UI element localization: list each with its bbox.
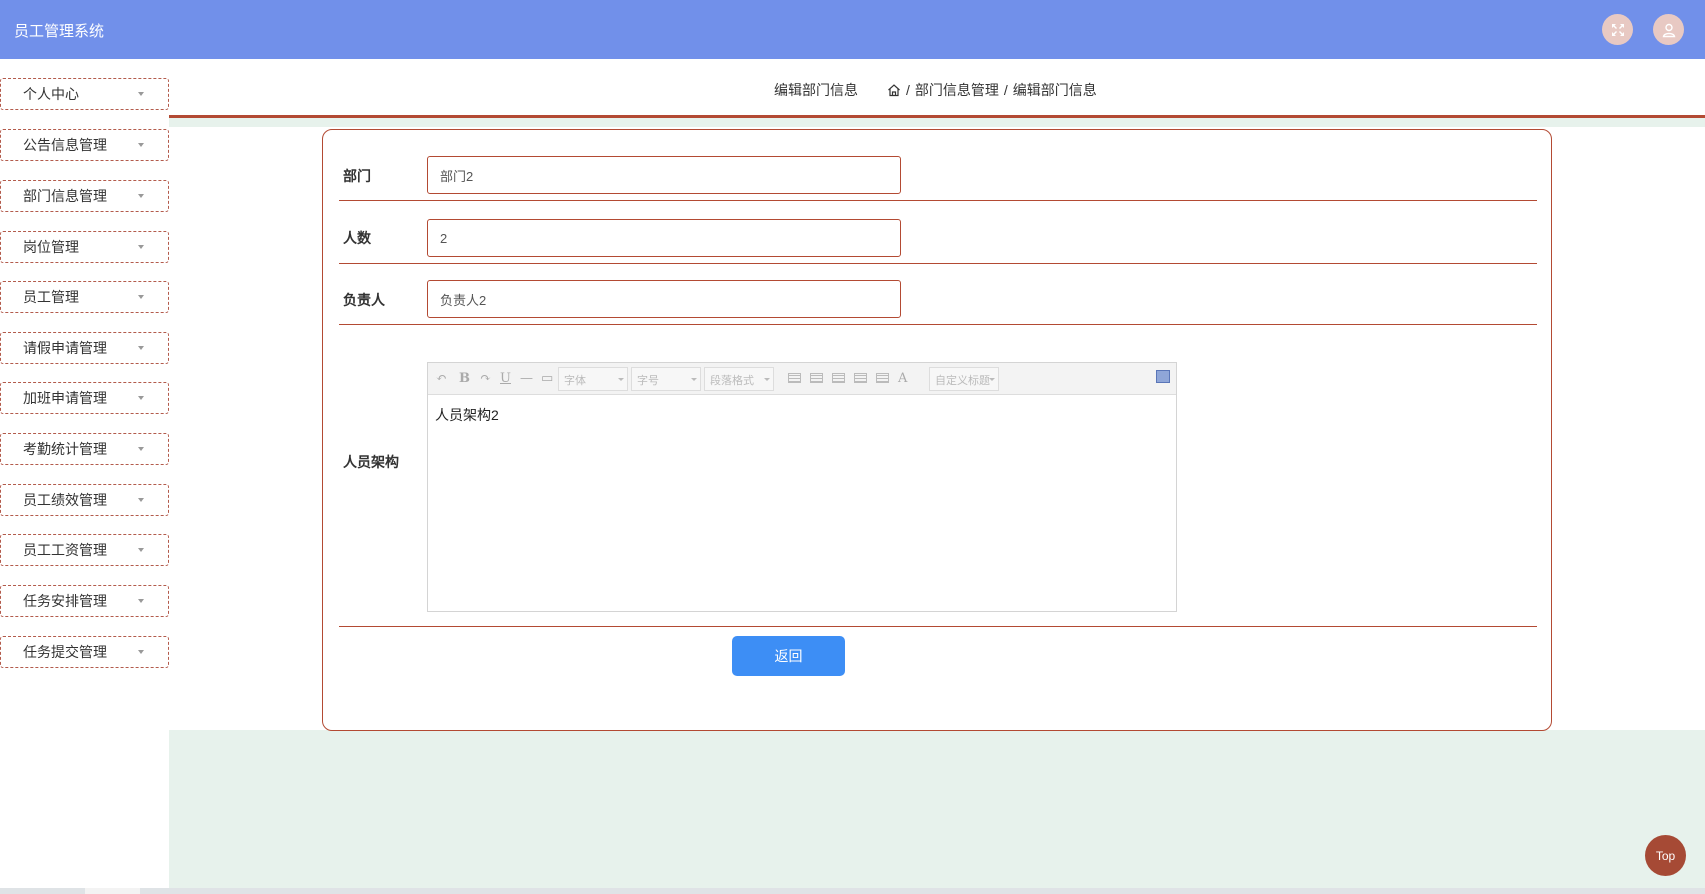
chevron-down-icon	[138, 548, 144, 552]
breadcrumb-parent[interactable]: 部门信息管理	[915, 80, 999, 100]
sidebar-item-label: 员工绩效管理	[23, 492, 107, 508]
chevron-down-icon	[691, 378, 697, 381]
horizontal-scrollbar[interactable]	[0, 888, 1705, 894]
fullscreen-editor-icon[interactable]	[1156, 370, 1170, 383]
breadcrumb-separator: /	[1003, 82, 1008, 98]
chevron-down-icon	[138, 92, 144, 96]
sidebar-item-label: 加班申请管理	[23, 390, 107, 406]
editor-toolbar: ↶ B ↷ U — ▭ 字体 字号 段落格式 A 自定义标题	[428, 363, 1176, 395]
sidebar-item-label: 个人中心	[23, 86, 79, 102]
custom-heading-select[interactable]: 自定义标题	[929, 367, 999, 391]
paragraph-format-select[interactable]: 段落格式	[704, 367, 774, 391]
sidebar-item-announcements[interactable]: 公告信息管理	[0, 129, 169, 161]
row-divider	[339, 263, 1537, 264]
row-divider	[339, 200, 1537, 201]
user-avatar-button[interactable]	[1653, 14, 1684, 45]
chevron-down-icon	[138, 245, 144, 249]
font-size-select[interactable]: 字号	[631, 367, 701, 391]
sidebar-item-label: 员工工资管理	[23, 542, 107, 558]
align-center-icon[interactable]	[854, 373, 867, 383]
align-right-icon[interactable]	[832, 373, 845, 383]
align-left-icon[interactable]	[810, 373, 823, 383]
bold-icon[interactable]: B	[459, 371, 470, 386]
department-field[interactable]: 部门2	[427, 156, 901, 194]
app-header: 员工管理系统	[0, 0, 1705, 59]
sidebar-item-attendance[interactable]: 考勤统计管理	[0, 433, 169, 465]
row-divider	[339, 324, 1537, 325]
sidebar-item-departments[interactable]: 部门信息管理	[0, 180, 169, 212]
sidebar-item-label: 部门信息管理	[23, 188, 107, 204]
horizontal-rule-icon[interactable]: —	[520, 371, 533, 386]
chevron-down-icon	[138, 143, 144, 147]
breadcrumb-current: 编辑部门信息	[1012, 82, 1097, 98]
sidebar-item-label: 任务提交管理	[23, 644, 107, 660]
chevron-down-icon	[138, 447, 144, 451]
chevron-down-icon	[138, 650, 144, 654]
font-family-select-label: 字体	[564, 375, 586, 387]
sidebar-item-label: 考勤统计管理	[23, 441, 107, 457]
chevron-down-icon	[138, 498, 144, 502]
sidebar-item-positions[interactable]: 岗位管理	[0, 231, 169, 263]
editor-content[interactable]: 人员架构2	[435, 405, 499, 425]
scrollbar-thumb[interactable]	[85, 888, 140, 894]
undo-icon[interactable]: ↶	[436, 371, 447, 386]
justify-icon[interactable]	[876, 373, 889, 383]
chevron-down-icon	[138, 346, 144, 350]
paste-icon[interactable]: ▭	[541, 371, 553, 386]
main-area: 编辑部门信息 / 部门信息管理 / 编辑部门信息 部门 部门2 人数 2 负责人…	[169, 59, 1705, 894]
rich-text-editor[interactable]: ↶ B ↷ U — ▭ 字体 字号 段落格式 A 自定义标题 人员架构2	[427, 362, 1177, 612]
manager-field[interactable]: 负责人2	[427, 280, 901, 318]
structure-label: 人员架构	[343, 454, 399, 470]
page-topbar: 编辑部门信息 / 部门信息管理 / 编辑部门信息	[169, 59, 1705, 116]
sidebar-item-label: 岗位管理	[23, 239, 79, 255]
back-to-top-button[interactable]: Top	[1645, 835, 1686, 876]
fullscreen-icon	[1611, 23, 1624, 36]
user-icon	[1662, 23, 1675, 37]
sidebar-item-task-assignment[interactable]: 任务安排管理	[0, 585, 169, 617]
topbar-divider	[169, 115, 1705, 118]
sidebar: 个人中心 公告信息管理 部门信息管理 岗位管理 员工管理 请假申请管理 加班申请…	[0, 59, 169, 894]
sidebar-item-employees[interactable]: 员工管理	[0, 281, 169, 313]
fullscreen-button[interactable]	[1602, 14, 1633, 45]
chevron-down-icon	[618, 378, 624, 381]
paragraph-format-select-label: 段落格式	[710, 375, 754, 387]
department-label: 部门	[343, 168, 371, 184]
custom-heading-select-label: 自定义标题	[935, 375, 990, 387]
chevron-down-icon	[138, 194, 144, 198]
sidebar-item-label: 任务安排管理	[23, 593, 107, 609]
sidebar-item-label: 公告信息管理	[23, 137, 107, 153]
edit-form-card: 部门 部门2 人数 2 负责人 负责人2 人员架构 ↶ B ↷ U — ▭ 字体…	[322, 129, 1552, 731]
font-color-icon[interactable]: A	[898, 371, 907, 386]
redo-icon[interactable]: ↷	[480, 371, 491, 386]
page-title: 编辑部门信息	[774, 82, 858, 98]
sidebar-item-label: 请假申请管理	[23, 340, 107, 356]
font-family-select[interactable]: 字体	[558, 367, 628, 391]
chevron-down-icon	[138, 295, 144, 299]
table-icon[interactable]	[788, 373, 801, 383]
font-size-select-label: 字号	[637, 375, 659, 387]
home-icon[interactable]	[887, 83, 901, 97]
sidebar-item-task-submission[interactable]: 任务提交管理	[0, 636, 169, 668]
sidebar-item-personal-center[interactable]: 个人中心	[0, 78, 169, 110]
breadcrumb: / 部门信息管理 / 编辑部门信息	[887, 80, 1097, 100]
back-button[interactable]: 返回	[732, 636, 845, 676]
chevron-down-icon	[138, 599, 144, 603]
underline-icon[interactable]: U	[500, 371, 511, 386]
headcount-field[interactable]: 2	[427, 219, 901, 257]
sidebar-item-label: 员工管理	[23, 289, 79, 305]
sidebar-item-overtime-requests[interactable]: 加班申请管理	[0, 382, 169, 414]
chevron-down-icon	[138, 396, 144, 400]
chevron-down-icon	[764, 378, 770, 381]
row-divider	[339, 626, 1537, 627]
sidebar-item-performance[interactable]: 员工绩效管理	[0, 484, 169, 516]
sidebar-item-salary[interactable]: 员工工资管理	[0, 534, 169, 566]
manager-label: 负责人	[343, 292, 385, 308]
headcount-label: 人数	[343, 230, 371, 246]
chevron-down-icon	[989, 378, 995, 381]
breadcrumb-separator: /	[906, 82, 910, 98]
app-title: 员工管理系统	[14, 23, 105, 40]
sidebar-item-leave-requests[interactable]: 请假申请管理	[0, 332, 169, 364]
